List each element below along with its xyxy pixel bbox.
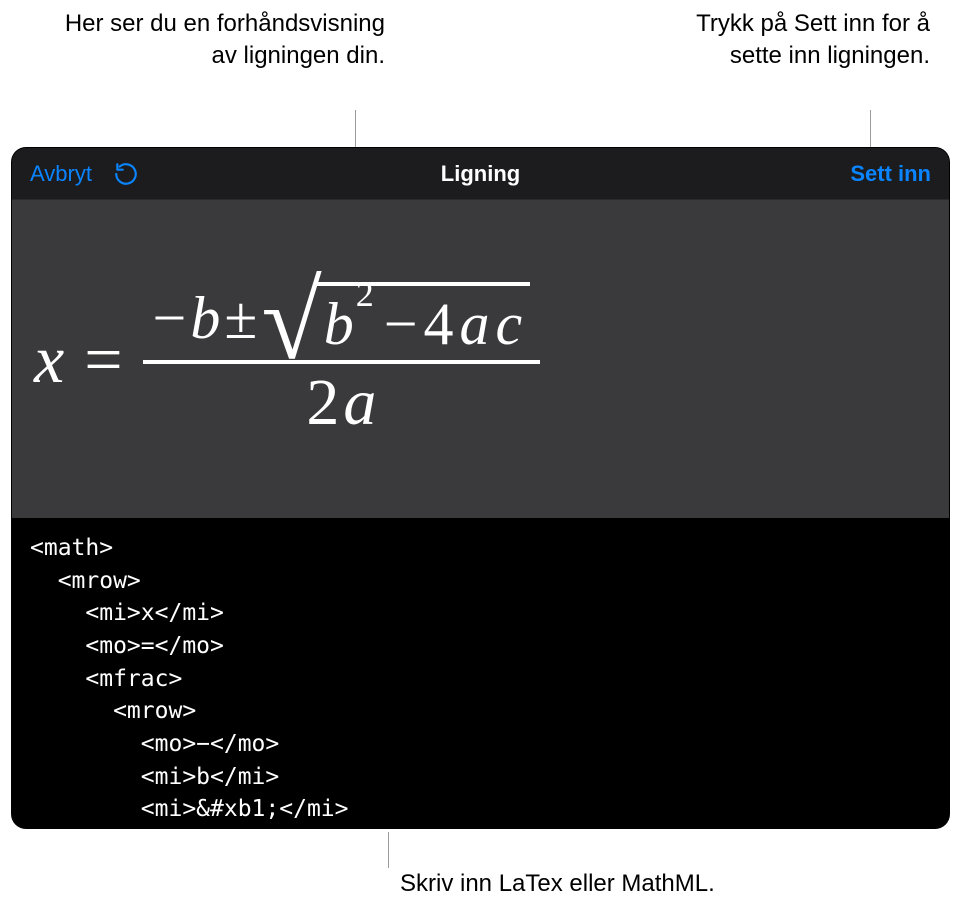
eq-four: 4 — [424, 294, 454, 354]
eq-radicand: b 2 − 4 a c — [316, 282, 530, 354]
equation-code-input[interactable]: <math> <mrow> <mi>x</mi> <mo>=</mo> <mfr… — [12, 518, 949, 828]
eq-minus2: − — [384, 294, 418, 354]
eq-two: 2 — [306, 370, 339, 436]
undo-button[interactable] — [112, 160, 140, 188]
eq-var-x: x — [34, 320, 64, 399]
eq-c: c — [496, 294, 523, 354]
eq-equals: = — [84, 320, 122, 399]
eq-minus: − — [153, 288, 187, 348]
callout-insert: Trykk på Sett inn for å sette inn lignin… — [660, 8, 930, 73]
eq-exponent: 2 — [356, 276, 374, 312]
eq-fraction: − b ± √ b 2 − 4 a c — [143, 276, 541, 442]
navbar-left: Avbryt — [30, 160, 140, 188]
callout-preview: Her ser du en forhåndsvisning av ligning… — [55, 8, 385, 73]
dialog-title: Ligning — [441, 161, 520, 187]
eq-sqrt: √ b 2 − 4 a c — [261, 282, 530, 354]
equation-preview: x = − b ± √ b 2 − 4 a c — [12, 200, 949, 518]
eq-b2: b — [324, 294, 354, 354]
eq-b: b — [190, 288, 220, 348]
callout-leader — [388, 832, 389, 868]
radical-icon: √ — [261, 288, 321, 354]
eq-a2: a — [343, 370, 376, 436]
undo-icon — [113, 161, 139, 187]
equation-render: x = − b ± √ b 2 − 4 a c — [34, 276, 540, 442]
eq-numerator: − b ± √ b 2 − 4 a c — [143, 276, 541, 364]
equation-dialog: Avbryt Ligning Sett inn x = − b ± √ — [12, 148, 949, 828]
navbar: Avbryt Ligning Sett inn — [12, 148, 949, 200]
callout-input: Skriv inn LaTex eller MathML. — [400, 870, 715, 898]
insert-button[interactable]: Sett inn — [850, 161, 931, 187]
eq-a: a — [460, 294, 490, 354]
cancel-button[interactable]: Avbryt — [30, 161, 92, 187]
eq-plusminus: ± — [224, 288, 257, 348]
eq-denominator: 2 a — [296, 364, 386, 442]
